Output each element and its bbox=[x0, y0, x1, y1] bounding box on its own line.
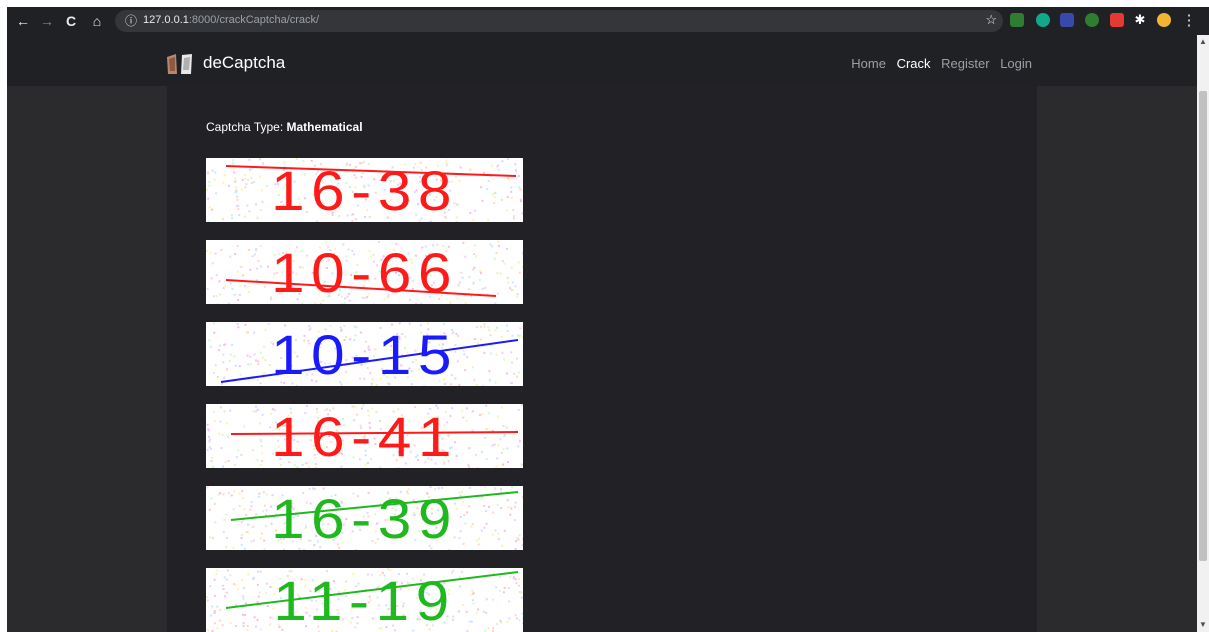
forward-icon[interactable]: → bbox=[37, 11, 57, 31]
captcha-type-value: Mathematical bbox=[286, 120, 363, 134]
browser-toolbar: ← → C ⌂ ⓘ 127.0.0.1:8000/crackCaptcha/cr… bbox=[7, 7, 1209, 35]
back-icon[interactable]: ← bbox=[13, 11, 33, 31]
brand-logo-icon bbox=[167, 54, 192, 74]
bookmark-star-icon[interactable]: ☆ bbox=[985, 12, 997, 28]
evernote-extension-icon[interactable] bbox=[1085, 13, 1099, 27]
main-content: Captcha Type: Mathematical 16-38 10-66 10-… bbox=[167, 86, 1037, 632]
browser-window: ← → C ⌂ ⓘ 127.0.0.1:8000/crackCaptcha/cr… bbox=[7, 7, 1209, 632]
url-text[interactable]: 127.0.0.1:8000/crackCaptcha/crack/ bbox=[143, 14, 319, 26]
scroll-up-icon[interactable]: ▲ bbox=[1197, 37, 1209, 47]
captcha-strike-line bbox=[230, 431, 519, 435]
browser-menu-icon[interactable]: ⋮ bbox=[1179, 11, 1199, 31]
extensions-puzzle-icon[interactable]: ✱ bbox=[1133, 13, 1147, 27]
nav-login[interactable]: Login bbox=[1000, 56, 1032, 71]
captcha-image: 10-15 bbox=[206, 322, 523, 386]
flag-extension-icon[interactable] bbox=[1110, 13, 1124, 27]
captcha-strike-line bbox=[225, 571, 519, 609]
nav-crack[interactable]: Crack bbox=[897, 56, 931, 71]
captcha-strike-line bbox=[230, 491, 519, 521]
address-bar[interactable]: ⓘ 127.0.0.1:8000/crackCaptcha/crack/ ☆ bbox=[115, 10, 1003, 32]
home-icon[interactable]: ⌂ bbox=[87, 11, 107, 31]
m-extension-icon[interactable] bbox=[1036, 13, 1050, 27]
site-info-icon[interactable]: ⓘ bbox=[123, 13, 139, 29]
page-scrollbar[interactable]: ▲ ▼ bbox=[1197, 35, 1209, 632]
captcha-image: 10-66 bbox=[206, 240, 523, 304]
nav-register[interactable]: Register bbox=[941, 56, 989, 71]
nav-home[interactable]: Home bbox=[851, 56, 886, 71]
profile-avatar[interactable] bbox=[1157, 13, 1171, 27]
captcha-image: 11-19 bbox=[206, 568, 523, 632]
captcha-type-line: Captcha Type: Mathematical bbox=[206, 120, 363, 134]
captcha-image: 16-39 bbox=[206, 486, 523, 550]
captcha-strike-line bbox=[225, 279, 497, 297]
captcha-type-label: Captcha Type: bbox=[206, 120, 287, 134]
captcha-strike-line bbox=[220, 339, 519, 383]
brand-name[interactable]: deCaptcha bbox=[203, 53, 285, 73]
captcha-image: 16-41 bbox=[206, 404, 523, 468]
url-host: 127.0.0.1 bbox=[143, 14, 189, 26]
site-navbar: deCaptcha Home Crack Register Login bbox=[7, 35, 1197, 86]
pen-extension-icon[interactable] bbox=[1010, 13, 1024, 27]
screen-extension-icon[interactable] bbox=[1060, 13, 1074, 27]
nav-links: Home Crack Register Login bbox=[844, 56, 1032, 71]
reload-icon[interactable]: C bbox=[61, 11, 81, 31]
url-path: :8000/crackCaptcha/crack/ bbox=[188, 14, 320, 26]
page-viewport: deCaptcha Home Crack Register Login Capt… bbox=[7, 35, 1197, 632]
scroll-thumb[interactable] bbox=[1199, 91, 1207, 561]
scroll-down-icon[interactable]: ▼ bbox=[1197, 620, 1209, 630]
captcha-strike-line bbox=[225, 165, 517, 177]
captcha-image: 16-38 bbox=[206, 158, 523, 222]
